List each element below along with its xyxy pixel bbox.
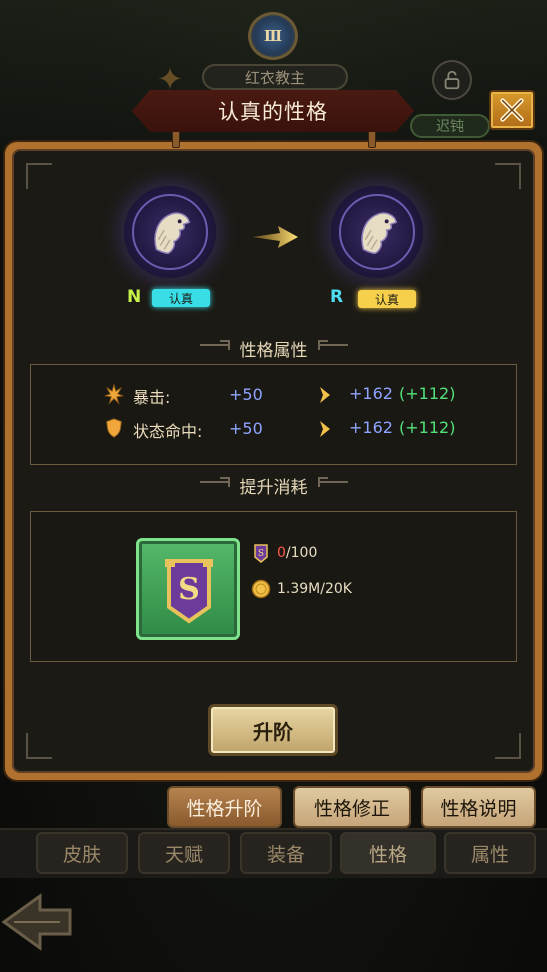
close-icon [500, 98, 524, 122]
next-personality-emblem [331, 186, 423, 278]
badge-cost-current: 0 [277, 545, 286, 561]
cost-section-header: 提升消耗 [0, 473, 547, 498]
badge-cost: S 0/100 [251, 543, 317, 563]
unlock-icon [444, 70, 460, 90]
attribute-base-value: +50 [229, 419, 263, 438]
current-personality-tag: 认真 [152, 289, 210, 307]
gold-coin-icon [251, 579, 271, 599]
back-arrow-icon[interactable] [0, 890, 96, 954]
gold-cost-value: 1.39M/20K [277, 581, 352, 597]
cost-section-title: 提升消耗 [239, 478, 308, 498]
tab-personality-upgrade[interactable]: 性格升阶 [167, 786, 282, 828]
upgrade-button[interactable]: 升阶 [208, 704, 338, 756]
attribute-new-value: +162 [349, 418, 393, 437]
attribute-delta: (+112) [399, 418, 456, 437]
upgrade-arrow-icon [252, 226, 298, 248]
current-rarity: N [127, 287, 142, 307]
attribute-row: 状态命中: +50 +162 (+112) [31, 417, 516, 443]
svg-text:S: S [178, 572, 200, 607]
tab-attributes[interactable]: 属性 [444, 832, 536, 874]
badge-cost-required: /100 [285, 545, 318, 561]
gold-cost: 1.39M/20K [251, 579, 352, 599]
corner-ornament [495, 163, 521, 189]
tab-personality-description[interactable]: 性格说明 [421, 786, 536, 828]
personality-badge-item[interactable]: S [136, 538, 240, 640]
tab-equipment[interactable]: 装备 [240, 832, 332, 874]
attributes-box: 暴击: +50 +162 (+112) 状态命中: +50 +162 (+112… [30, 364, 517, 465]
next-personality-tag: 认真 [358, 290, 416, 308]
rank-emblem: Ⅲ [248, 12, 298, 60]
attribute-delta: (+112) [399, 384, 456, 403]
dialog-title-banner: 认真的性格 [132, 90, 414, 132]
corner-ornament [495, 733, 521, 759]
current-personality-emblem [124, 186, 216, 278]
tab-skin[interactable]: 皮肤 [36, 832, 128, 874]
chevron-right-icon [320, 387, 330, 403]
attribute-row: 暴击: +50 +162 (+112) [31, 383, 516, 409]
corner-ornament [26, 733, 52, 759]
chevron-right-icon [320, 421, 330, 437]
attribute-base-value: +50 [229, 385, 263, 404]
crit-icon [104, 383, 124, 405]
shield-icon [106, 418, 122, 438]
svg-text:S: S [258, 549, 264, 559]
personality-badge-icon: S [165, 559, 213, 624]
next-rarity: R [330, 287, 344, 307]
attributes-section-title: 性格属性 [239, 341, 308, 361]
attribute-name: 暴击: [133, 388, 171, 407]
dialog-title: 认真的性格 [218, 100, 328, 124]
lock-button[interactable] [432, 60, 472, 100]
attribute-new-value: +162 [349, 384, 393, 403]
attribute-name: 状态命中: [133, 422, 203, 441]
attributes-section-header: 性格属性 [0, 336, 547, 361]
close-button[interactable] [489, 90, 535, 130]
hero-name: 红衣教主 [202, 64, 348, 90]
tab-talent[interactable]: 天赋 [138, 832, 230, 874]
tab-personality-correction[interactable]: 性格修正 [293, 786, 411, 828]
dull-personality-tag: 迟钝 [410, 114, 490, 138]
corner-ornament [26, 163, 52, 189]
badge-small-icon: S [254, 544, 268, 563]
tab-personality[interactable]: 性格 [340, 832, 436, 874]
